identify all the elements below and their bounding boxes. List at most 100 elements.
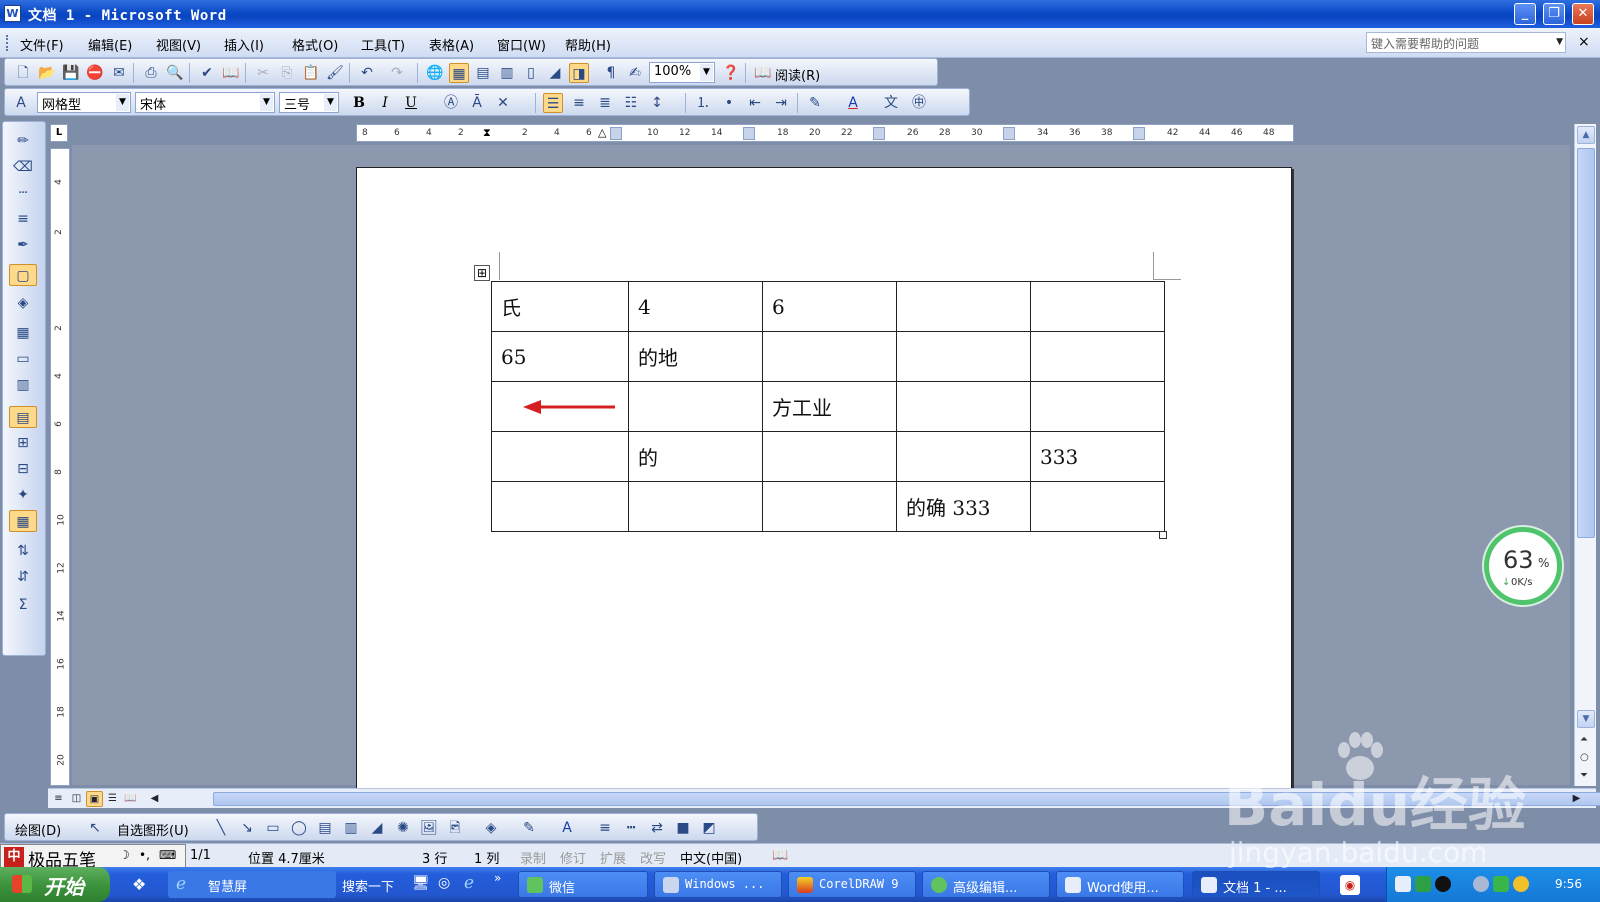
read-button-label[interactable]: 阅读(R): [775, 65, 820, 84]
menu-insert[interactable]: 插入(I): [224, 35, 264, 54]
record-mode[interactable]: 录制: [520, 848, 546, 867]
table-cell[interactable]: 的: [628, 431, 763, 482]
spelling-icon[interactable]: ✔: [197, 63, 217, 83]
save-icon[interactable]: 💾: [61, 63, 81, 83]
start-button[interactable]: 开始: [0, 867, 110, 902]
column-marker[interactable]: [1003, 127, 1015, 140]
horizontal-scroll-thumb[interactable]: [213, 792, 1600, 806]
ink-icon[interactable]: ✍: [625, 63, 645, 83]
clock[interactable]: 9:56: [1555, 877, 1582, 891]
autoformat-icon[interactable]: ✦: [9, 484, 37, 506]
bold-button[interactable]: B: [349, 93, 369, 113]
previous-page-icon[interactable]: ⏶: [1580, 734, 1588, 745]
quick-launch-icon[interactable]: ❖: [132, 875, 146, 894]
table-cell[interactable]: 333: [1030, 431, 1165, 482]
drawing-icon[interactable]: ◢: [545, 63, 565, 83]
chevron-down-icon[interactable]: ▼: [324, 94, 337, 111]
help-search-input[interactable]: 键入需要帮助的问题 ▼: [1366, 32, 1566, 53]
oval-tool-icon[interactable]: ◯: [289, 818, 309, 838]
scroll-up-button[interactable]: ▲: [1577, 126, 1595, 144]
keyboard-icon[interactable]: ⌨: [159, 848, 176, 862]
document-map-icon[interactable]: ◨: [569, 63, 589, 83]
task-document-1[interactable]: 文档 1 - ...: [1192, 871, 1320, 898]
dash-style-icon[interactable]: ┅: [621, 818, 641, 838]
split-cells-icon[interactable]: ▥: [9, 374, 37, 396]
wordart-icon[interactable]: ◢: [367, 818, 387, 838]
more-icon[interactable]: »: [494, 871, 501, 885]
minimize-button[interactable]: _: [1514, 3, 1536, 25]
line-color-icon[interactable]: ✎: [519, 818, 539, 838]
browser-icon[interactable]: ℯ: [464, 873, 474, 893]
redo-icon[interactable]: ↷: [387, 63, 407, 83]
table-cell[interactable]: [896, 431, 1031, 482]
arrow-style-icon[interactable]: ⇄: [647, 818, 667, 838]
char-border-icon[interactable]: Ⓐ: [441, 93, 461, 113]
distribute-columns-icon[interactable]: ⊟: [9, 458, 37, 480]
fill-color-icon[interactable]: ◈: [481, 818, 501, 838]
table-cell[interactable]: [896, 281, 1031, 332]
text-box-icon[interactable]: ▤: [315, 818, 335, 838]
print-layout-view-icon[interactable]: ▣: [86, 791, 103, 807]
vertical-scrollbar[interactable]: ▲ ▼ ⏶ ○ ⏷: [1574, 124, 1596, 786]
next-page-icon[interactable]: ⏷: [1580, 770, 1588, 781]
table-cell[interactable]: 氏: [491, 281, 629, 332]
research-icon[interactable]: 📖: [221, 63, 241, 83]
document-close-button[interactable]: ×: [1578, 34, 1590, 50]
line-tool-icon[interactable]: ╲: [211, 818, 231, 838]
show-hide-icon[interactable]: ¶: [601, 63, 621, 83]
taskbar-search[interactable]: 搜索一下: [342, 876, 394, 895]
word-app-icon[interactable]: W: [4, 5, 21, 22]
normal-view-icon[interactable]: ≡: [50, 791, 67, 807]
table-cell[interactable]: 65: [491, 331, 629, 382]
speaker-icon[interactable]: [1473, 876, 1489, 892]
new-document-icon[interactable]: 🗋: [13, 63, 33, 83]
table-cell[interactable]: [491, 431, 629, 482]
sort-ascending-icon[interactable]: ⇅: [9, 540, 37, 562]
table-cell[interactable]: [628, 481, 763, 532]
eraser-icon[interactable]: ⌫: [9, 156, 37, 178]
menu-view[interactable]: 视图(V): [156, 35, 201, 54]
copy-icon[interactable]: ⎘: [277, 63, 297, 83]
select-objects-icon[interactable]: ↖: [85, 818, 105, 838]
column-marker[interactable]: [743, 127, 755, 140]
menu-window[interactable]: 窗口(W): [497, 35, 546, 54]
print-preview-icon[interactable]: 🔍: [165, 63, 185, 83]
char-shading-icon[interactable]: Ā: [467, 93, 487, 113]
open-folder-icon[interactable]: 📂: [37, 63, 57, 83]
overtype-mode[interactable]: 改写: [640, 848, 666, 867]
align-top-icon[interactable]: ▤: [9, 406, 37, 428]
tray-app-icon[interactable]: [1395, 876, 1411, 892]
task-coreldraw[interactable]: CorelDRAW 9: [788, 871, 916, 898]
permission-icon[interactable]: ⛔: [85, 63, 105, 83]
print-icon[interactable]: ⎙: [141, 63, 161, 83]
table-cell[interactable]: [1030, 481, 1165, 532]
menu-grip[interactable]: [6, 35, 9, 51]
show-gridlines-icon[interactable]: ▦: [9, 510, 37, 532]
arrow-tool-icon[interactable]: ↘: [237, 818, 257, 838]
italic-button[interactable]: I: [375, 93, 395, 113]
tab-selector[interactable]: L: [50, 124, 68, 142]
network-speed-widget[interactable]: 63 % ↓ 0K/s: [1484, 527, 1562, 605]
menu-edit[interactable]: 编辑(E): [88, 35, 132, 54]
styles-icon[interactable]: A: [11, 93, 31, 113]
draw-menu[interactable]: 绘图(D): [15, 820, 61, 839]
task-windows[interactable]: Windows ...: [654, 871, 782, 898]
table-cell[interactable]: 6: [762, 281, 897, 332]
zoom-select[interactable]: 100% ▼: [649, 62, 715, 83]
browse-object-icon[interactable]: ○: [1580, 752, 1589, 763]
ime-logo-icon[interactable]: 中: [4, 847, 24, 867]
draw-table-icon[interactable]: ✏: [9, 130, 37, 152]
task-advanced-edit[interactable]: 高级编辑...: [922, 871, 1050, 898]
ime-toolbar[interactable]: 中 极品五笔 ☽ •, ⌨: [0, 844, 186, 871]
increase-indent-icon[interactable]: ⇥: [771, 93, 791, 113]
tray-app-icon[interactable]: [1415, 876, 1431, 892]
table-resize-handle[interactable]: [1159, 531, 1167, 539]
column-marker[interactable]: [873, 127, 885, 140]
table-cell[interactable]: [1030, 281, 1165, 332]
3d-style-icon[interactable]: ◩: [699, 818, 719, 838]
scroll-thumb[interactable]: [1577, 148, 1595, 538]
table-cell[interactable]: 4: [628, 281, 763, 332]
table-cell[interactable]: [1030, 381, 1165, 432]
document-table[interactable]: 氏 4 6 65 的地 方工业 的 333 的确 333: [491, 281, 1165, 532]
qq-icon[interactable]: [1435, 876, 1451, 892]
